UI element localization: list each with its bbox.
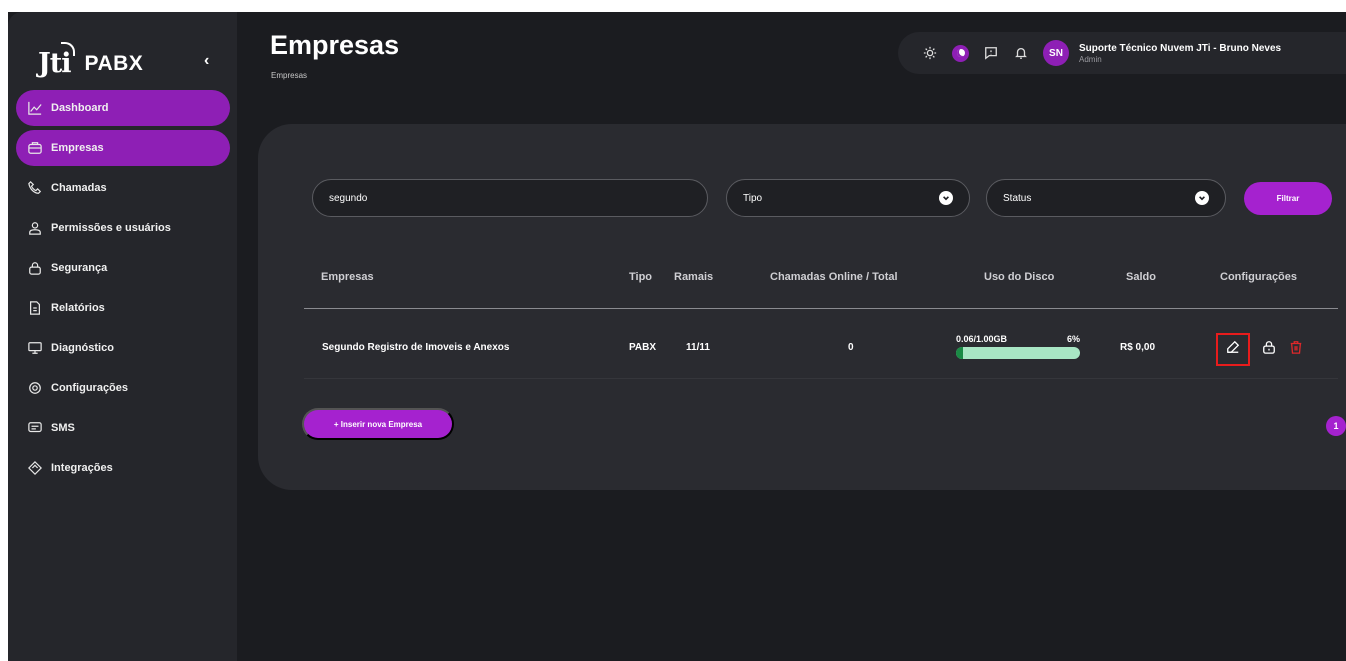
cell-saldo: R$ 0,00 (1120, 342, 1156, 353)
sidebar-item-label: Integrações (51, 462, 113, 474)
chevron-down-icon (939, 191, 953, 205)
sidebar-item-label: Segurança (51, 262, 108, 274)
disk-usage: 0.06/1.00GB 6% (956, 334, 1080, 359)
tipo-select[interactable]: Tipo (726, 179, 970, 217)
sidebar-item-seguranca[interactable]: Segurança (16, 250, 230, 286)
cell-ramais: 11/11 (686, 342, 710, 353)
app-window: Jti PABX ‹ Dashboard Empresas Chamadas P… (8, 12, 1346, 661)
user-role: Admin (1079, 54, 1102, 64)
collapse-sidebar-button[interactable]: ‹ (204, 52, 209, 70)
column-header-tipo[interactable]: Tipo (629, 271, 652, 283)
message-icon (28, 421, 42, 435)
sidebar-item-permissoes[interactable]: Permissões e usuários (16, 210, 230, 246)
logo: Jti PABX (38, 42, 144, 79)
column-header-disco[interactable]: Uso do Disco (984, 271, 1054, 283)
pagination-page-1[interactable]: 1 (1326, 416, 1346, 436)
sun-icon[interactable] (922, 45, 938, 61)
monitor-icon (28, 341, 42, 355)
logo-mark: Jti (38, 42, 75, 79)
sidebar-item-label: SMS (51, 422, 75, 434)
column-header-empresas[interactable]: Empresas (321, 271, 374, 283)
chat-icon[interactable] (983, 45, 999, 61)
page-title: Empresas (270, 30, 400, 60)
sidebar-item-label: Empresas (51, 142, 104, 154)
sidebar-item-label: Chamadas (51, 182, 107, 194)
column-header-configuracoes: Configurações (1220, 271, 1298, 283)
user-info[interactable]: Suporte Técnico Nuvem JTi - Bruno Neves … (1079, 43, 1281, 64)
cell-chamadas: 0 (848, 342, 854, 353)
table-divider (304, 308, 1338, 309)
avatar[interactable]: SN (1043, 40, 1069, 66)
disk-usage-label: 0.06/1.00GB (956, 334, 1008, 344)
disk-usage-bar (956, 347, 1080, 359)
sidebar-item-empresas[interactable]: Empresas (16, 130, 230, 166)
logo-text: PABX (84, 51, 144, 75)
lock-icon[interactable] (1260, 338, 1278, 356)
add-company-button[interactable]: + Inserir nova Empresa (302, 408, 454, 440)
search-input[interactable]: segundo (312, 179, 708, 217)
chart-area-icon (28, 101, 42, 115)
breadcrumb[interactable]: Empresas (271, 71, 307, 80)
disk-usage-fill (956, 347, 964, 359)
disk-usage-percent: 6% (1066, 334, 1080, 344)
sidebar-item-integracoes[interactable]: Integrações (16, 450, 230, 486)
sidebar-item-diagnostico[interactable]: Diagnóstico (16, 330, 230, 366)
sidebar-nav: Dashboard Empresas Chamadas Permissões e… (16, 90, 230, 490)
trash-icon[interactable] (1287, 338, 1305, 356)
briefcase-icon (28, 141, 42, 155)
column-header-chamadas[interactable]: Chamadas Online / Total (770, 271, 898, 283)
status-select-value: Status (1003, 192, 1032, 204)
column-header-saldo[interactable]: Saldo (1126, 271, 1156, 283)
document-icon (28, 301, 42, 315)
sidebar-item-label: Relatórios (51, 302, 105, 314)
tipo-select-value: Tipo (743, 192, 763, 204)
cell-empresa[interactable]: Segundo Registro de Imoveis e Anexos (322, 342, 509, 353)
row-divider (304, 378, 1338, 379)
sidebar-item-label: Permissões e usuários (51, 222, 171, 234)
topbar: SN Suporte Técnico Nuvem JTi - Bruno Nev… (898, 32, 1346, 74)
phone-icon (28, 181, 42, 195)
puzzle-icon (28, 461, 42, 475)
sidebar-item-chamadas[interactable]: Chamadas (16, 170, 230, 206)
companies-card: segundo Tipo Status Filtrar Empresas Tip… (258, 124, 1346, 490)
user-icon (28, 221, 42, 235)
sidebar-item-label: Dashboard (51, 102, 109, 114)
filter-button[interactable]: Filtrar (1244, 182, 1332, 215)
chevron-down-icon (1195, 191, 1209, 205)
column-header-ramais[interactable]: Ramais (674, 271, 713, 283)
sidebar-item-dashboard[interactable]: Dashboard (16, 90, 230, 126)
sidebar-item-configuracoes[interactable]: Configurações (16, 370, 230, 406)
edit-highlight-box (1216, 333, 1250, 366)
sidebar: Jti PABX ‹ Dashboard Empresas Chamadas P… (8, 12, 237, 661)
cell-tipo: PABX (629, 342, 657, 353)
moon-icon[interactable] (952, 44, 969, 62)
user-name: Suporte Técnico Nuvem JTi - Bruno Neves (1079, 42, 1282, 54)
sidebar-item-label: Diagnóstico (51, 342, 114, 354)
bell-icon[interactable] (1013, 45, 1029, 61)
sidebar-item-relatorios[interactable]: Relatórios (16, 290, 230, 326)
sidebar-item-label: Configurações (51, 382, 129, 394)
status-select[interactable]: Status (986, 179, 1226, 217)
sidebar-item-sms[interactable]: SMS (16, 410, 230, 446)
gear-icon (28, 381, 42, 395)
lock-icon (28, 261, 42, 275)
search-input-value: segundo (329, 192, 368, 204)
